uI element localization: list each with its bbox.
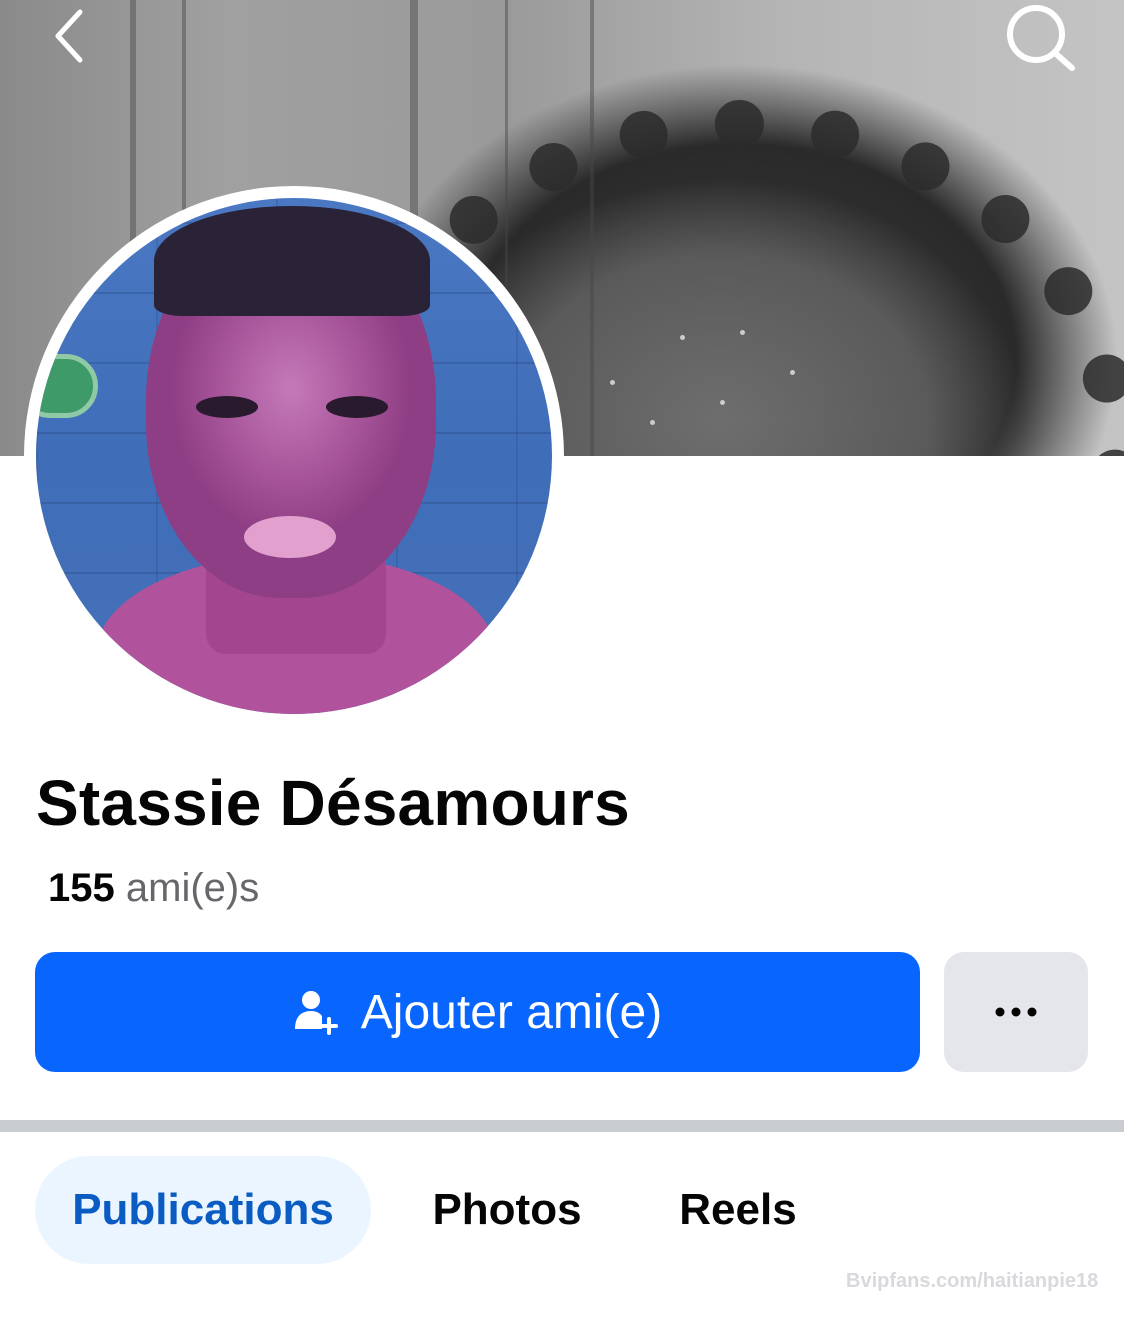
friends-count-label: ami(e)s bbox=[125, 866, 260, 910]
watermark: Bvipfans.com/haitianpie18 bbox=[846, 1270, 1099, 1292]
add-friend-button[interactable]: Ajouter ami(e) bbox=[35, 952, 920, 1072]
profile-tabs: Publications Photos Reels bbox=[0, 1156, 1124, 1264]
profile-name: Stassie Désamours bbox=[36, 767, 630, 839]
tab-photos[interactable]: Photos bbox=[412, 1156, 602, 1264]
avatar bbox=[36, 198, 552, 714]
search-icon bbox=[1007, 5, 1075, 71]
section-divider bbox=[0, 1120, 1124, 1132]
tab-publications[interactable]: Publications bbox=[35, 1156, 371, 1264]
person-add-icon bbox=[294, 991, 338, 1035]
friends-count[interactable]: 155 ami(e)s bbox=[48, 866, 259, 911]
friends-count-number: 155 bbox=[48, 866, 115, 910]
tab-reels[interactable]: Reels bbox=[660, 1156, 816, 1264]
search-button[interactable] bbox=[998, 0, 1082, 74]
chevron-left-icon bbox=[55, 9, 83, 63]
back-button[interactable] bbox=[40, 4, 100, 68]
ellipsis-icon bbox=[995, 1007, 1037, 1017]
add-friend-label: Ajouter ami(e) bbox=[360, 985, 663, 1039]
more-options-button[interactable] bbox=[944, 952, 1088, 1072]
profile-picture[interactable] bbox=[24, 186, 564, 726]
